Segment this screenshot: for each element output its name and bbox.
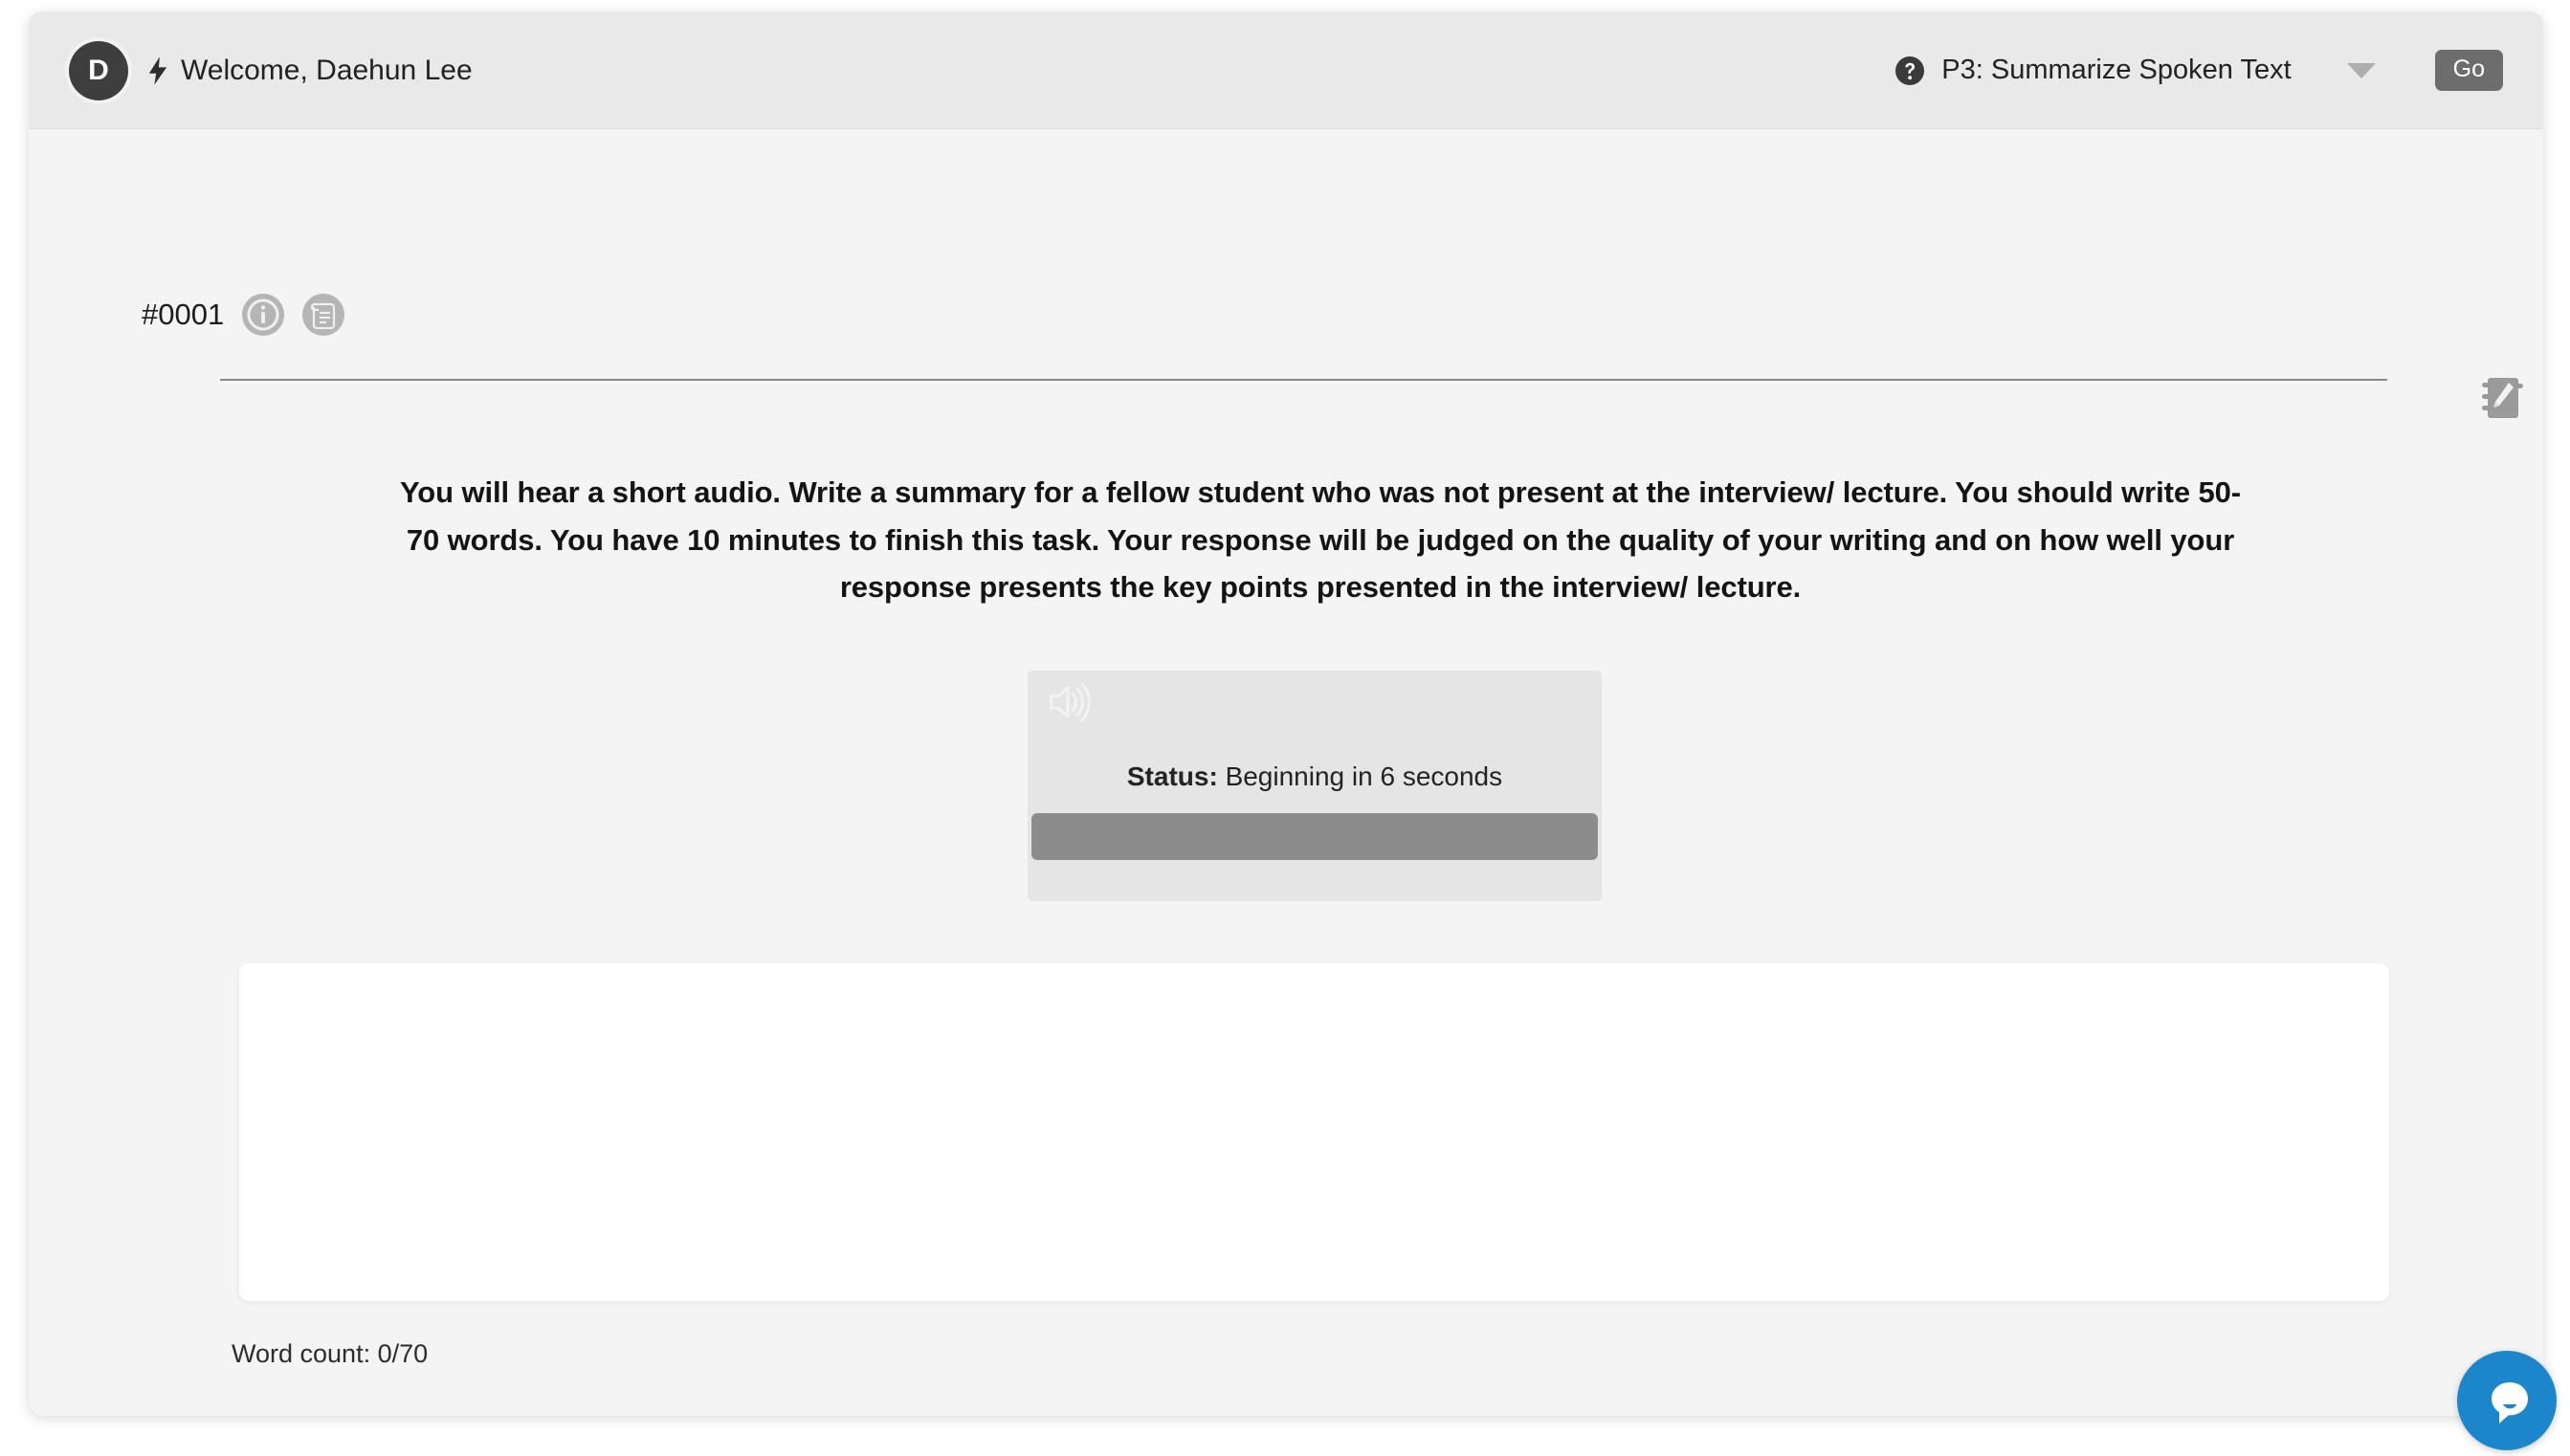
audio-progress-fill <box>1031 813 1598 860</box>
help-circle-icon[interactable] <box>1894 55 1941 86</box>
answer-input[interactable] <box>239 963 2389 1301</box>
question-id: #0001 <box>142 298 225 331</box>
audio-status-value: Beginning in 6 seconds <box>1225 761 1503 791</box>
audio-player[interactable]: Status: Beginning in 6 seconds <box>1028 671 1602 901</box>
header-left-group: D Welcome, Daehun Lee <box>69 11 473 129</box>
app-card: D Welcome, Daehun Lee P3: Summarize Spok… <box>29 11 2543 1416</box>
bolt-icon <box>147 55 168 85</box>
notebook-pencil-icon[interactable] <box>2469 366 2536 430</box>
avatar[interactable]: D <box>69 40 128 100</box>
audio-status-label: Status: <box>1126 761 1218 791</box>
task-instructions: You will hear a short audio. Write a sum… <box>399 475 2241 605</box>
task-select-value[interactable]: P3: Summarize Spoken Text <box>1941 55 2291 86</box>
app-header: D Welcome, Daehun Lee P3: Summarize Spok… <box>29 11 2543 129</box>
go-button[interactable]: Go <box>2434 50 2503 91</box>
header-right-group: P3: Summarize Spoken Text Go <box>1894 11 2503 129</box>
welcome-text: Welcome, Daehun Lee <box>181 54 473 86</box>
content-area: #0001 You will hear a short audio. Write… <box>29 129 2543 1415</box>
transcript-icon[interactable] <box>302 294 345 336</box>
chevron-down-icon[interactable] <box>2346 62 2376 78</box>
audio-progress-bar[interactable] <box>1031 813 1598 860</box>
word-count: Word count: 0/70 <box>232 1339 429 1368</box>
chat-bubble-icon[interactable] <box>2457 1351 2557 1450</box>
section-divider <box>220 379 2387 381</box>
info-icon[interactable] <box>242 294 285 336</box>
welcome-group: Welcome, Daehun Lee <box>147 55 473 87</box>
audio-status: Status: Beginning in 6 seconds <box>1028 761 1602 792</box>
question-id-row: #0001 <box>142 294 345 336</box>
